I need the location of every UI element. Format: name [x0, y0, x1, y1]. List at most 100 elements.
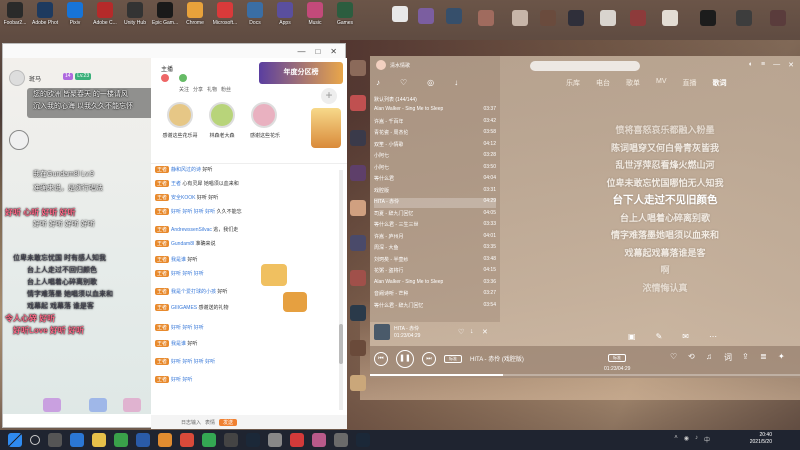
minimize-button[interactable]: —	[773, 61, 780, 69]
image-thumbnail-icon[interactable]	[350, 270, 366, 286]
chevron-up-icon[interactable]: ˄	[674, 435, 678, 444]
song-row[interactable]: 刘珂矣 - 半壶纱 03:48	[374, 256, 496, 266]
image-thumbnail-icon[interactable]	[630, 10, 646, 26]
next-button[interactable]: ⏭	[422, 352, 436, 366]
tab-follow[interactable]: 关注	[179, 86, 189, 93]
share-icon[interactable]: ⇪	[742, 352, 749, 361]
playlist-icon[interactable]: ≣	[760, 352, 767, 361]
image-thumbnail-icon[interactable]	[350, 375, 366, 391]
song-row[interactable]: HITA - 赤伶 04:29	[374, 198, 496, 208]
image-thumbnail-icon[interactable]	[350, 130, 366, 146]
desktop-icon[interactable]: Docs	[242, 2, 268, 32]
image-thumbnail-icon[interactable]	[350, 60, 366, 76]
start-icon[interactable]	[8, 433, 22, 447]
app-icon[interactable]	[334, 433, 348, 447]
ime-icon[interactable]: 中	[704, 435, 710, 444]
nav-library[interactable]: 乐库	[566, 78, 580, 88]
close-button[interactable]: ✕	[788, 61, 794, 69]
network-icon[interactable]: ◉	[684, 435, 689, 444]
song-row[interactable]: 青花瓷 - 周杰伦 03:58	[374, 129, 496, 139]
image-thumbnail-icon[interactable]	[350, 340, 366, 356]
nav-mv[interactable]: MV	[656, 78, 667, 88]
word-icon[interactable]	[136, 433, 150, 447]
notify-icon[interactable]	[179, 74, 187, 82]
song-row[interactable]: 等什么君 04:04	[374, 175, 496, 185]
nav-radio[interactable]: 电台	[596, 78, 610, 88]
song-row[interactable]: Alan Walker - Sing Me to Sleep 03:37	[374, 106, 496, 116]
notify-icon[interactable]	[161, 74, 169, 82]
volume-icon[interactable]: ♪	[695, 435, 698, 444]
pause-button[interactable]: ❚❚	[396, 350, 414, 368]
volume-icon[interactable]: ♫	[706, 352, 712, 361]
chrome-icon[interactable]	[202, 433, 216, 447]
user-avatar[interactable]	[9, 70, 25, 86]
clock[interactable]: 20:40 2021/5/20	[750, 432, 772, 446]
song-row[interactable]: 等什么君 - 三生三世 03:33	[374, 221, 496, 231]
album-cover[interactable]	[374, 324, 390, 340]
add-icon[interactable]: +	[321, 88, 337, 104]
nav-lyrics[interactable]: 歌词	[713, 78, 727, 88]
song-row[interactable]: 音阙诗听 - 芒种 03:27	[374, 290, 496, 300]
gift-icon[interactable]	[43, 398, 61, 412]
heart-icon[interactable]: ♡	[400, 78, 407, 87]
image-thumbnail-icon[interactable]	[512, 10, 528, 26]
wechat-icon[interactable]	[114, 433, 128, 447]
like-icon[interactable]: ♡	[670, 352, 677, 361]
desktop-icon[interactable]: Music	[302, 2, 328, 32]
chat-scrollbar-thumb[interactable]	[339, 324, 343, 364]
gift-icon[interactable]	[123, 398, 141, 412]
search-icon[interactable]	[30, 435, 40, 445]
song-row[interactable]: 许嵩 - 庐州月 04:01	[374, 233, 496, 243]
ranking-banner[interactable]: 年度分区榜	[259, 62, 343, 84]
desktop-icon[interactable]: Apps	[272, 2, 298, 32]
song-row[interactable]: 小阿七 03:28	[374, 152, 496, 162]
image-thumbnail-icon[interactable]	[700, 10, 716, 26]
desktop-icon[interactable]: Games	[332, 2, 358, 32]
desktop-icon[interactable]: Unity Hub	[122, 2, 148, 32]
desktop-icon[interactable]: Chrome	[182, 2, 208, 32]
anchor-avatar[interactable]	[251, 102, 277, 128]
song-row[interactable]: 许嵩 - 千百年 03:42	[374, 118, 496, 128]
song-row[interactable]: Alan Walker - Sing Me to Sleep 03:36	[374, 279, 496, 289]
desktop-icon[interactable]: Adobe C...	[92, 2, 118, 32]
song-row[interactable]: 等什么君 - 辞九门回忆 03:54	[374, 302, 496, 312]
chat-input[interactable]: 日志输入	[181, 419, 201, 426]
download-icon[interactable]: ↓	[454, 78, 458, 87]
app-icon[interactable]	[224, 433, 238, 447]
desktop-icon[interactable]: Foobar2...	[2, 2, 28, 32]
anchor-avatar[interactable]	[209, 102, 235, 128]
avatar-app-icon[interactable]	[312, 433, 326, 447]
menu-icon[interactable]: ≡	[761, 61, 765, 69]
song-row[interactable]: 周深 - 大鱼 03:35	[374, 244, 496, 254]
desktop-icon[interactable]: Epic Gam...	[152, 2, 178, 32]
emoji-button[interactable]: 表情	[205, 419, 215, 426]
gift-icon[interactable]	[89, 398, 107, 412]
song-row[interactable]: 花粥 - 盗将行 04:15	[374, 267, 496, 277]
lyric-toggle-icon[interactable]: 词	[724, 352, 732, 363]
image-thumbnail-icon[interactable]	[350, 235, 366, 251]
image-thumbnail-icon[interactable]	[350, 200, 366, 216]
explorer-icon[interactable]	[92, 433, 106, 447]
gift-box-icon[interactable]	[283, 292, 307, 312]
song-row[interactable]: 戏腔版 03:31	[374, 187, 496, 197]
image-thumbnail-icon[interactable]	[478, 10, 494, 26]
task-view-icon[interactable]	[48, 433, 62, 447]
like-icon[interactable]: ♡	[458, 328, 464, 336]
image-thumbnail-icon[interactable]	[736, 10, 752, 26]
desktop-icon[interactable]: Adobe Photo...	[32, 2, 58, 32]
progress-track[interactable]	[370, 374, 800, 376]
search-input[interactable]	[530, 61, 640, 71]
playlist-header[interactable]: 默认列表 (144/144)	[374, 96, 417, 103]
music-app-icon[interactable]	[180, 433, 194, 447]
close-button[interactable]: ✕	[330, 47, 337, 56]
effects-icon[interactable]: ✦	[778, 352, 785, 361]
tab-share[interactable]: 分享	[193, 86, 203, 93]
desktop-icon[interactable]: Pixiv	[62, 2, 88, 32]
song-row[interactable]: 司夏 - 辞九门回忆 04:05	[374, 210, 496, 220]
music-note-icon[interactable]: ♪	[376, 78, 380, 87]
anchor-avatar[interactable]	[167, 102, 193, 128]
song-row[interactable]: 小阿七 03:50	[374, 164, 496, 174]
song-row[interactable]: 双笙 - 小情歌 04:12	[374, 141, 496, 151]
tab-gift[interactable]: 礼物	[207, 86, 217, 93]
desktop-icon[interactable]: Microsoft...	[212, 2, 238, 32]
